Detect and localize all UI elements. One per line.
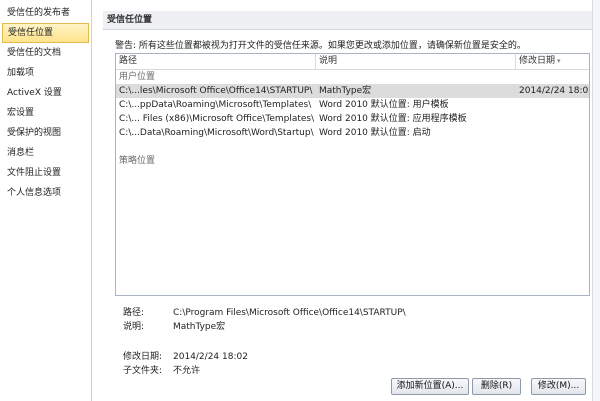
row-date [516,112,589,126]
row-date: 2014/2/24 18:02 [519,86,589,96]
row-description: Word 2010 默认位置: 用户模板 [319,100,449,110]
sidebar-item-file-block-settings[interactable]: 文件阻止设置 [0,163,91,183]
sidebar: 受信任的发布者 受信任位置 受信任的文档 加载项 ActiveX 设置 宏设置 … [0,0,92,401]
detail-path-value: C:\Program Files\Microsoft Office\Office… [173,308,406,318]
row-path: C:\... Files (x86)\Microsoft Office\Temp… [119,114,315,124]
main-panel: 受信任位置 警告: 所有这些位置都被视为打开文件的受信任来源。如果您更改或添加位… [93,0,600,401]
group-user-locations: 用户位置 [119,72,156,82]
row-description: Word 2010 默认位置: 启动 [319,128,431,138]
location-details: 路径: C:\Program Files\Microsoft Office\Of… [123,306,583,378]
table-row[interactable]: C:\...les\Microsoft Office\Office14\STAR… [116,84,589,98]
row-path: C:\...ppData\Roaming\Microsoft\Templates… [119,100,312,110]
row-path: C:\...les\Microsoft Office\Office14\STAR… [119,86,313,96]
warning-text: 警告: 所有这些位置都被视为打开文件的受信任来源。如果您更改或添加位置，请确保新… [115,41,526,51]
column-header-date[interactable]: 修改日期 ▾ [516,54,589,69]
sort-arrow-icon: ▾ [557,57,561,65]
detail-description-row: 说明: MathType宏 [123,320,583,334]
detail-description-value: MathType宏 [173,322,226,332]
detail-description-label: 说明: [123,322,145,332]
row-description: Word 2010 默认位置: 应用程序模板 [319,114,467,124]
row-description: MathType宏 [319,86,372,96]
section-title: 受信任位置 [103,11,596,30]
sidebar-item-macro-settings[interactable]: 宏设置 [0,103,91,123]
row-date [516,126,589,140]
column-header-path[interactable]: 路径 [116,54,316,69]
detail-date-label: 修改日期: [123,352,163,362]
modify-button[interactable]: 修改(M)... [531,378,586,395]
row-path: C:\...Data\Roaming\Microsoft\Word\Startu… [119,128,314,138]
detail-date-value: 2014/2/24 18:02 [173,352,248,362]
column-header-description[interactable]: 说明 [316,54,516,69]
detail-subfolders-value: 不允许 [173,366,201,376]
column-header-date-label: 修改日期 [519,56,556,66]
group-policy-locations: 策略位置 [119,156,156,166]
detail-path-row: 路径: C:\Program Files\Microsoft Office\Of… [123,306,583,320]
remove-button[interactable]: 删除(R) [472,378,521,395]
sidebar-item-trusted-locations[interactable]: 受信任位置 [2,23,89,43]
detail-subfolders-row: 子文件夹: 不允许 [123,364,583,378]
table-row[interactable]: C:\...ppData\Roaming\Microsoft\Templates… [116,98,589,112]
trusted-locations-list[interactable]: 路径 说明 修改日期 ▾ 用户位置 C:\...les\Microsoft Off… [115,53,590,296]
sidebar-item-add-ins[interactable]: 加载项 [0,63,91,83]
sidebar-item-trusted-publishers[interactable]: 受信任的发布者 [0,3,91,23]
detail-date-row: 修改日期: 2014/2/24 18:02 [123,350,583,364]
table-row[interactable]: C:\...Data\Roaming\Microsoft\Word\Startu… [116,126,589,140]
add-new-location-button[interactable]: 添加新位置(A)... [391,378,469,395]
table-row[interactable]: C:\... Files (x86)\Microsoft Office\Temp… [116,112,589,126]
sidebar-item-trusted-documents[interactable]: 受信任的文档 [0,43,91,63]
detail-subfolders-label: 子文件夹: [123,366,163,376]
sidebar-item-protected-view[interactable]: 受保护的视图 [0,123,91,143]
sidebar-item-message-bar[interactable]: 消息栏 [0,143,91,163]
list-header: 路径 说明 修改日期 ▾ [116,54,589,70]
sidebar-item-privacy-options[interactable]: 个人信息选项 [0,183,91,203]
row-date [516,98,589,112]
sidebar-item-activex-settings[interactable]: ActiveX 设置 [0,83,91,103]
vertical-scrollbar[interactable] [592,0,600,401]
detail-path-label: 路径: [123,308,145,318]
